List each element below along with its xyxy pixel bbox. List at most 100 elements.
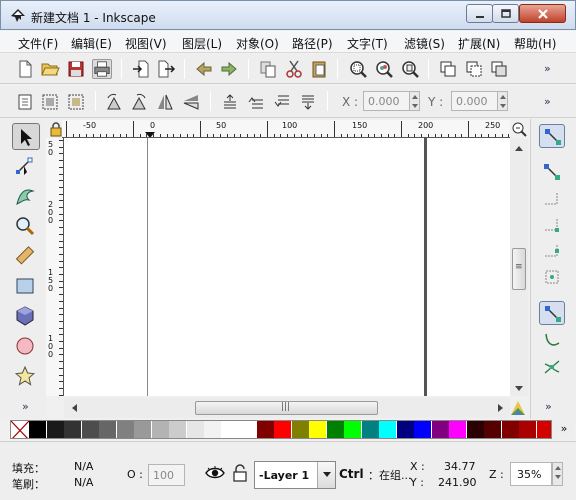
y-coordinate-spinner[interactable] (497, 91, 508, 111)
color-management-icon[interactable] (510, 400, 526, 416)
vertical-scrollbar[interactable]: ≡ (510, 138, 528, 396)
horizontal-scroll-thumb[interactable]: ||| (195, 401, 378, 415)
color-swatch[interactable] (326, 421, 344, 438)
fill-indicator[interactable]: N/A (74, 460, 93, 473)
lower-to-bottom-icon[interactable] (298, 92, 318, 112)
menu-extensions[interactable]: 扩展(N) (458, 35, 500, 52)
menu-edit[interactable]: 编辑(E) (71, 35, 112, 52)
color-swatch[interactable] (379, 421, 396, 438)
commands-more-button[interactable]: » (544, 62, 551, 75)
star-tool[interactable] (12, 363, 40, 390)
cut-icon[interactable] (284, 59, 304, 79)
eye-icon[interactable] (205, 465, 225, 481)
snap-more-button[interactable]: » (545, 400, 552, 413)
snap-path-button[interactable] (539, 328, 565, 352)
vertical-ruler[interactable]: 5 0 2 0 0 1 5 0 1 0 0 (46, 138, 64, 396)
color-swatch[interactable] (431, 421, 449, 438)
color-swatch[interactable] (169, 421, 186, 438)
color-swatch[interactable] (239, 421, 256, 438)
new-document-icon[interactable] (15, 59, 35, 79)
color-swatch[interactable] (29, 421, 46, 438)
copy-icon[interactable] (258, 59, 278, 79)
ellipse-tool[interactable] (12, 333, 40, 360)
zoom-correction-button[interactable] (510, 120, 528, 138)
horizontal-scrollbar[interactable]: ||| (64, 398, 510, 418)
scroll-up-arrow[interactable] (515, 146, 523, 151)
selector-tool[interactable] (12, 123, 40, 150)
zoom-page-icon[interactable] (400, 59, 420, 79)
menu-filters[interactable]: 滤镜(S) (404, 35, 445, 52)
unlock-icon[interactable] (232, 464, 248, 482)
controls-more-button[interactable]: » (544, 95, 551, 108)
zoom-spinner[interactable] (552, 462, 563, 486)
layer-dropdown-button[interactable] (317, 462, 335, 488)
menu-text[interactable]: 文字(T) (347, 35, 388, 52)
color-swatch[interactable] (256, 421, 274, 438)
color-swatch[interactable] (81, 421, 99, 438)
color-swatch[interactable] (361, 421, 379, 438)
redo-icon[interactable] (219, 59, 239, 79)
color-swatch[interactable] (449, 421, 466, 438)
color-swatch[interactable] (344, 421, 361, 438)
color-swatch[interactable] (396, 421, 414, 438)
3d-box-tool[interactable] (12, 303, 40, 330)
tweak-tool[interactable] (12, 183, 40, 210)
duplicate-icon[interactable] (438, 59, 458, 79)
clone-icon[interactable] (464, 59, 484, 79)
palette-more-button[interactable]: » (553, 420, 575, 439)
color-swatch[interactable] (151, 421, 169, 438)
snap-enable-button[interactable] (539, 124, 565, 148)
snap-bbox-button[interactable] (539, 160, 565, 184)
color-swatch[interactable] (134, 421, 151, 438)
snap-nodes-button[interactable] (539, 301, 565, 325)
color-swatch[interactable] (501, 421, 519, 438)
undo-icon[interactable] (194, 59, 214, 79)
color-swatch[interactable] (309, 421, 326, 438)
flip-vertical-icon[interactable] (181, 92, 201, 112)
color-swatch[interactable] (46, 421, 64, 438)
none-color-swatch[interactable] (11, 421, 30, 438)
x-coordinate-input[interactable]: 0.000 (363, 91, 410, 111)
zoom-drawing-icon[interactable] (374, 59, 394, 79)
print-icon[interactable] (92, 59, 112, 79)
flip-horizontal-icon[interactable] (155, 92, 175, 112)
menu-file[interactable]: 文件(F) (18, 35, 58, 52)
zoom-tool[interactable] (12, 213, 40, 240)
menu-help[interactable]: 帮助(H) (514, 35, 556, 52)
color-swatch[interactable] (186, 421, 204, 438)
opacity-input[interactable]: 100 (148, 464, 185, 486)
open-icon[interactable] (40, 59, 60, 79)
raise-icon[interactable] (246, 92, 266, 112)
unlink-clone-icon[interactable] (489, 59, 509, 79)
color-swatch[interactable] (536, 421, 551, 438)
drawing-canvas[interactable] (64, 138, 510, 396)
measure-tool[interactable] (12, 243, 40, 270)
node-tool[interactable] (12, 153, 40, 180)
maximize-button[interactable] (492, 4, 519, 23)
import-icon[interactable] (131, 59, 151, 79)
color-swatch[interactable] (414, 421, 431, 438)
export-icon[interactable] (156, 59, 176, 79)
paste-icon[interactable] (309, 59, 329, 79)
toolbox-more-button[interactable]: » (22, 400, 29, 413)
color-swatch[interactable] (484, 421, 501, 438)
close-button[interactable] (519, 4, 566, 23)
color-swatch[interactable] (64, 421, 81, 438)
y-coordinate-input[interactable]: 0.000 (451, 91, 498, 111)
color-swatch[interactable] (291, 421, 309, 438)
snap-bbox-edge-button[interactable] (539, 187, 565, 211)
x-coordinate-spinner[interactable] (409, 91, 420, 111)
select-all-icon[interactable] (15, 92, 35, 112)
deselect-icon[interactable] (66, 92, 86, 112)
color-swatch[interactable] (99, 421, 116, 438)
menu-layer[interactable]: 图层(L) (182, 35, 222, 52)
save-icon[interactable] (66, 59, 86, 79)
stroke-indicator[interactable]: N/A (74, 476, 93, 489)
color-swatch[interactable] (274, 421, 291, 438)
rotate-cw-icon[interactable] (129, 92, 149, 112)
scroll-left-arrow[interactable] (72, 404, 77, 412)
menu-view[interactable]: 视图(V) (125, 35, 167, 52)
color-swatch[interactable] (116, 421, 134, 438)
vertical-scroll-thumb[interactable]: ≡ (512, 248, 526, 290)
lower-icon[interactable] (272, 92, 292, 112)
